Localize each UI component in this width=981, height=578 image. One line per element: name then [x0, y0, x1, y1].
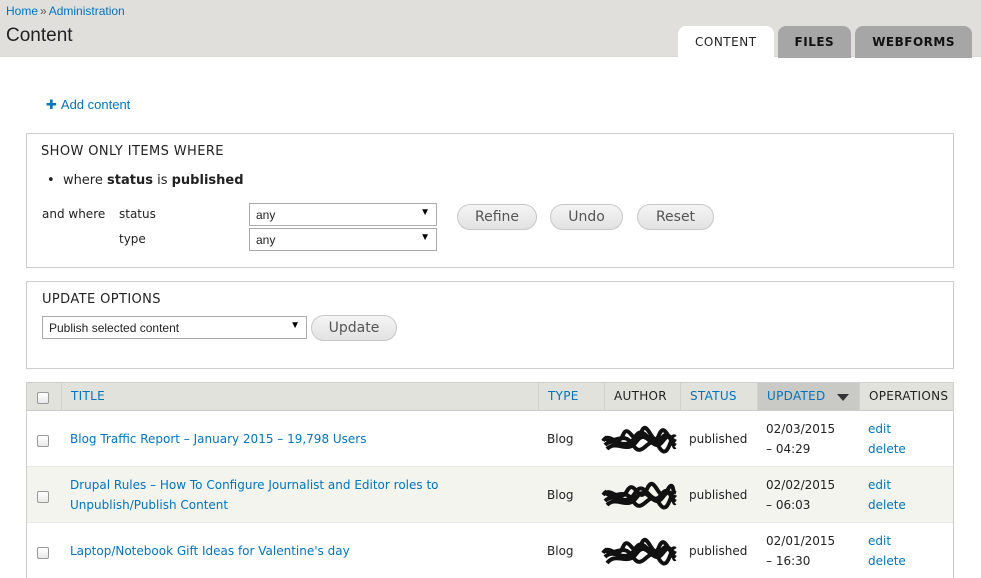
status-filter-select[interactable]: any ▼ — [249, 203, 437, 226]
update-button[interactable]: Update — [311, 315, 397, 341]
row-type: Blog — [547, 544, 574, 558]
row-title-link[interactable]: Blog Traffic Report – January 2015 – 19,… — [70, 429, 470, 449]
row-operations: edit delete — [868, 475, 906, 515]
column-header-updated[interactable]: UPDATED — [757, 383, 859, 410]
tab-files[interactable]: FILES — [777, 26, 852, 58]
row-updated-time: – 06:03 — [766, 498, 811, 512]
tab-content[interactable]: CONTENT — [678, 26, 774, 58]
breadcrumb-administration-link[interactable]: Administration — [49, 4, 125, 18]
tab-webforms[interactable]: WEBFORMS — [855, 26, 972, 58]
column-header-author: AUTHOR — [604, 383, 680, 410]
redacted-author — [601, 425, 677, 454]
content-table: TITLE TYPE AUTHOR STATUS UPDATED OPERATI… — [26, 382, 954, 578]
plus-icon: ✚ — [46, 97, 57, 112]
dropdown-arrow-icon: ▼ — [290, 320, 300, 331]
row-title-link[interactable]: Drupal Rules – How To Configure Journali… — [70, 475, 450, 515]
page-title: Content — [6, 25, 73, 46]
row-select-checkbox[interactable] — [37, 547, 49, 559]
column-header-updated-label: UPDATED — [767, 389, 826, 403]
row-updated-date: 02/03/2015 — [766, 422, 836, 436]
row-updated-time: – 04:29 — [766, 442, 811, 456]
row-updated-date: 02/02/2015 — [766, 478, 836, 492]
type-filter-select[interactable]: any ▼ — [249, 228, 437, 251]
table-header: TITLE TYPE AUTHOR STATUS UPDATED OPERATI… — [27, 383, 953, 411]
update-options-fieldset: UPDATE OPTIONS Publish selected content … — [26, 281, 954, 369]
sort-descending-icon — [837, 394, 849, 401]
status-filter-value: any — [256, 208, 276, 222]
breadcrumb-separator: » — [40, 4, 47, 18]
add-content-link[interactable]: ✚ Add content — [46, 97, 130, 113]
row-operations: edit delete — [868, 419, 906, 459]
row-select-checkbox[interactable] — [37, 435, 49, 447]
update-operation-select[interactable]: Publish selected content ▼ — [42, 316, 307, 339]
type-filter-label: type — [119, 232, 146, 246]
row-status: published — [689, 544, 748, 558]
column-header-status[interactable]: STATUS — [680, 383, 757, 410]
filter-verb: is — [157, 173, 168, 188]
update-options-legend: UPDATE OPTIONS — [42, 292, 161, 307]
row-updated: 02/03/2015 – 04:29 — [766, 419, 835, 459]
table-row: Blog Traffic Report – January 2015 – 19,… — [27, 411, 953, 467]
filter-fieldset: SHOW ONLY ITEMS WHERE • where status is … — [26, 133, 954, 268]
add-content-label: Add content — [60, 97, 131, 112]
type-filter-value: any — [256, 233, 276, 247]
edit-link[interactable]: edit — [868, 475, 906, 495]
edit-link[interactable]: edit — [868, 531, 906, 551]
row-status: published — [689, 488, 748, 502]
row-select-checkbox[interactable] — [37, 491, 49, 503]
update-operation-value: Publish selected content — [49, 321, 180, 335]
delete-link[interactable]: delete — [868, 439, 906, 459]
dropdown-arrow-icon: ▼ — [420, 232, 430, 243]
row-updated-time: – 16:30 — [766, 554, 811, 568]
filter-prefix: where — [62, 173, 103, 188]
delete-link[interactable]: delete — [868, 495, 906, 515]
table-row: Laptop/Notebook Gift Ideas for Valentine… — [27, 523, 953, 578]
redacted-author — [601, 537, 677, 566]
row-operations: edit delete — [868, 531, 906, 571]
filter-field: status — [107, 173, 153, 188]
page-header: Home» Administration Content CONTENT FILE… — [0, 0, 981, 58]
table-row: Drupal Rules – How To Configure Journali… — [27, 467, 953, 523]
bullet: • — [47, 173, 63, 188]
row-updated: 02/02/2015 – 06:03 — [766, 475, 835, 515]
row-title-link[interactable]: Laptop/Notebook Gift Ideas for Valentine… — [70, 541, 470, 561]
status-filter-label: status — [119, 207, 156, 221]
breadcrumb-home-link[interactable]: Home — [6, 4, 38, 18]
filter-value: published — [171, 173, 244, 188]
filter-legend: SHOW ONLY ITEMS WHERE — [41, 144, 224, 159]
current-filter: • where status is published — [47, 173, 244, 188]
delete-link[interactable]: delete — [868, 551, 906, 571]
column-header-operations: OPERATIONS — [859, 383, 954, 410]
dropdown-arrow-icon: ▼ — [420, 207, 430, 218]
row-status: published — [689, 432, 748, 446]
redacted-author — [601, 481, 677, 510]
row-updated: 02/01/2015 – 16:30 — [766, 531, 835, 571]
row-updated-date: 02/01/2015 — [766, 534, 836, 548]
column-header-type[interactable]: TYPE — [538, 383, 604, 410]
row-type: Blog — [547, 488, 574, 502]
and-where-label: and where — [42, 207, 106, 221]
reset-button[interactable]: Reset — [637, 204, 714, 230]
row-type: Blog — [547, 432, 574, 446]
undo-button[interactable]: Undo — [550, 204, 623, 230]
column-header-title[interactable]: TITLE — [61, 383, 538, 410]
edit-link[interactable]: edit — [868, 419, 906, 439]
refine-button[interactable]: Refine — [457, 204, 537, 230]
primary-tabs: CONTENT FILES WEBFORMS — [674, 26, 972, 58]
breadcrumb: Home» Administration — [6, 4, 125, 18]
select-all-checkbox[interactable] — [37, 392, 49, 404]
